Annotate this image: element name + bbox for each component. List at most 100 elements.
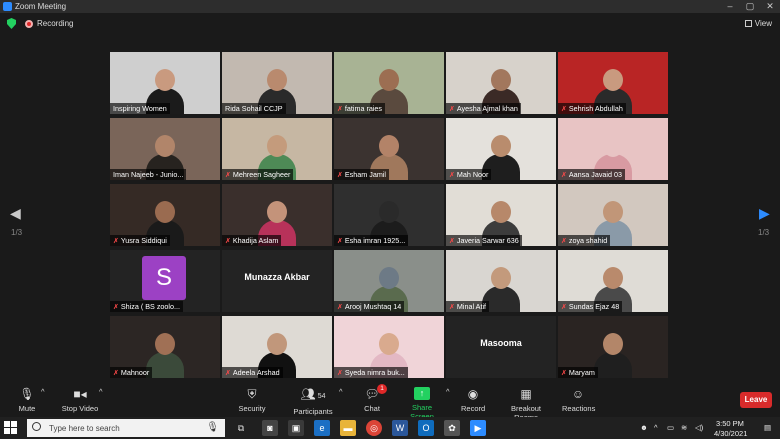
participant-tile[interactable]: ✗ Mah Noor bbox=[446, 118, 556, 180]
mic-muted-icon: ✗ bbox=[225, 370, 231, 377]
breakout-rooms-icon: ▦ bbox=[520, 387, 532, 401]
participant-tile[interactable]: ✗ Adeela Arshad bbox=[222, 316, 332, 378]
participant-tile[interactable]: ✗ Arooj Mushtaq 14 bbox=[334, 250, 444, 312]
windows-start-icon[interactable] bbox=[4, 421, 18, 435]
mic-muted-icon: ✗ bbox=[337, 370, 343, 377]
participant-name: ✗ zoya shahid bbox=[558, 235, 611, 246]
clock-time[interactable]: 3:50 PM bbox=[716, 419, 744, 428]
battery-icon[interactable]: ▭ bbox=[667, 423, 674, 432]
edge-browser-icon[interactable]: e bbox=[314, 420, 330, 436]
share-screen-button[interactable]: ↑ Share Screen bbox=[400, 387, 444, 421]
participant-tile[interactable]: ✗ Mehreen Sagheer bbox=[222, 118, 332, 180]
taskbar-search-box[interactable]: Type here to search 🎙︎ bbox=[27, 419, 225, 437]
stop-video-button[interactable]: ■◂ Stop Video bbox=[58, 387, 102, 413]
participants-button[interactable]: 👥︎ 54 Participants bbox=[290, 387, 336, 416]
video-options-chevron-icon[interactable]: ^ bbox=[99, 387, 103, 396]
people-icon[interactable]: ☻ bbox=[640, 423, 648, 432]
participant-tile[interactable]: ✗ Esha imran 1925... bbox=[334, 184, 444, 246]
mic-muted-icon: ✗ bbox=[561, 304, 567, 311]
volume-icon[interactable]: ◁) bbox=[695, 423, 703, 432]
task-view-icon[interactable]: ⧉ bbox=[233, 420, 249, 436]
chat-button[interactable]: 💬︎ 1 Chat bbox=[362, 384, 387, 413]
reactions-smiley-icon: ☺ bbox=[571, 387, 585, 401]
mic-muted-icon: ✗ bbox=[561, 106, 567, 113]
camera-app-icon[interactable]: ◙ bbox=[262, 420, 278, 436]
mute-button[interactable]: 🎙︎ Mute bbox=[14, 387, 40, 413]
view-label: View bbox=[754, 19, 772, 28]
participant-tile[interactable]: ✗ Sehrish Abdullah bbox=[558, 52, 668, 114]
participant-name: Rida Sohail CCJP bbox=[222, 103, 286, 114]
previous-page-arrow-icon[interactable]: ◀ bbox=[10, 205, 21, 222]
participant-tile[interactable]: ✗ Ayesha Ajmal khan bbox=[446, 52, 556, 114]
participant-name: ✗ Adeela Arshad bbox=[222, 367, 283, 378]
participant-tile[interactable]: ✗ Yusra Siddiqui bbox=[110, 184, 220, 246]
zoom-taskbar-icon[interactable]: ▶ bbox=[470, 420, 486, 436]
word-app-icon[interactable]: W bbox=[392, 420, 408, 436]
notifications-icon[interactable]: ▤ bbox=[764, 423, 771, 432]
wifi-icon[interactable]: ≋ bbox=[681, 423, 687, 432]
participant-tile[interactable]: ✗ Esham Jamil bbox=[334, 118, 444, 180]
page-indicator-right: 1/3 bbox=[758, 228, 770, 237]
participant-tile[interactable]: ✗ Minal Atif bbox=[446, 250, 556, 312]
participant-tile[interactable]: ✗ fatima raies bbox=[334, 52, 444, 114]
leave-button[interactable]: Leave bbox=[740, 392, 772, 408]
participant-name: ✗ Ayesha Ajmal khan bbox=[446, 103, 521, 114]
reactions-button[interactable]: ☺ Reactions bbox=[562, 387, 595, 413]
participant-tile[interactable]: ✗ Syeda nimra buk... bbox=[334, 316, 444, 378]
minimize-icon[interactable]: – bbox=[720, 0, 740, 13]
participant-tile[interactable]: Masooma bbox=[446, 316, 556, 378]
participant-name: ✗ Shiza ( BS zoolo... bbox=[110, 301, 183, 312]
participants-chevron-icon[interactable]: ^ bbox=[339, 387, 343, 396]
close-icon[interactable]: ✕ bbox=[760, 0, 780, 13]
store-icon[interactable]: ▣ bbox=[288, 420, 304, 436]
participant-name: ✗ Syeda nimra buk... bbox=[334, 367, 408, 378]
windows-taskbar: Type here to search 🎙︎ ⧉ ◙ ▣ e ▬ ◎ W O ✿… bbox=[0, 417, 780, 439]
participant-tile[interactable]: ✗ Javeria Sarwar 636 bbox=[446, 184, 556, 246]
tray-chevron-icon[interactable]: ^ bbox=[654, 423, 658, 432]
participant-tile[interactable]: ✗ Maryam bbox=[558, 316, 668, 378]
microphone-icon: 🎙︎ bbox=[19, 387, 35, 401]
participant-name: ✗ Mehreen Sagheer bbox=[222, 169, 294, 180]
participant-name: ✗ Aansa Javaid 03 bbox=[558, 169, 626, 180]
view-button[interactable]: View bbox=[744, 19, 772, 28]
mute-label: Mute bbox=[18, 404, 36, 413]
participant-tile[interactable]: Rida Sohail CCJP bbox=[222, 52, 332, 114]
participant-name: ✗ Mah Noor bbox=[446, 169, 492, 180]
participant-name: ✗ Minal Atif bbox=[446, 301, 490, 312]
maximize-icon[interactable]: ▢ bbox=[740, 0, 760, 13]
participant-tile[interactable]: ✗ Aansa Javaid 03 bbox=[558, 118, 668, 180]
participant-tile[interactable]: Inspiring Women bbox=[110, 52, 220, 114]
participant-tile[interactable]: ✗ Khadija Aslam bbox=[222, 184, 332, 246]
next-page-arrow-icon[interactable]: ▶ bbox=[759, 205, 770, 222]
audio-options-chevron-icon[interactable]: ^ bbox=[41, 387, 45, 396]
mic-muted-icon: ✗ bbox=[337, 238, 343, 245]
participant-tile[interactable]: ✗ zoya shahid bbox=[558, 184, 668, 246]
mic-muted-icon: ✗ bbox=[561, 238, 567, 245]
mic-muted-icon: ✗ bbox=[561, 172, 567, 179]
participant-name: ✗ Maryam bbox=[558, 367, 598, 378]
participant-tile[interactable]: ✗ Mahnoor bbox=[110, 316, 220, 378]
chrome-browser-icon[interactable]: ◎ bbox=[366, 420, 382, 436]
participant-tile[interactable]: S ✗ Shiza ( BS zoolo... bbox=[110, 250, 220, 312]
security-button[interactable]: ⛨ Security bbox=[234, 387, 270, 413]
participant-tile[interactable]: ✗ Sundas Ejaz 48 bbox=[558, 250, 668, 312]
weather-app-icon[interactable]: ✿ bbox=[444, 420, 460, 436]
participant-name: ✗ Khadija Aslam bbox=[222, 235, 282, 246]
mic-muted-icon: ✗ bbox=[113, 238, 119, 245]
file-explorer-icon[interactable]: ▬ bbox=[340, 420, 356, 436]
clock-date[interactable]: 4/30/2021 bbox=[714, 429, 747, 438]
mic-muted-icon: ✗ bbox=[225, 238, 231, 245]
participant-tile[interactable]: Munazza Akbar bbox=[222, 250, 332, 312]
recording-label: Recording bbox=[37, 19, 74, 28]
participant-tile[interactable]: Iman Najeeb - Junio... bbox=[110, 118, 220, 180]
record-button[interactable]: ◉ Record bbox=[461, 387, 485, 413]
encryption-shield-icon[interactable] bbox=[7, 18, 16, 29]
participant-name: ✗ Sundas Ejaz 48 bbox=[558, 301, 623, 312]
mic-muted-icon: ✗ bbox=[225, 172, 231, 179]
mic-muted-icon: ✗ bbox=[449, 238, 455, 245]
microphone-icon[interactable]: 🎙︎ bbox=[206, 422, 219, 433]
mic-muted-icon: ✗ bbox=[449, 106, 455, 113]
outlook-app-icon[interactable]: O bbox=[418, 420, 434, 436]
share-options-chevron-icon[interactable]: ^ bbox=[446, 387, 450, 396]
mic-muted-icon: ✗ bbox=[337, 106, 343, 113]
